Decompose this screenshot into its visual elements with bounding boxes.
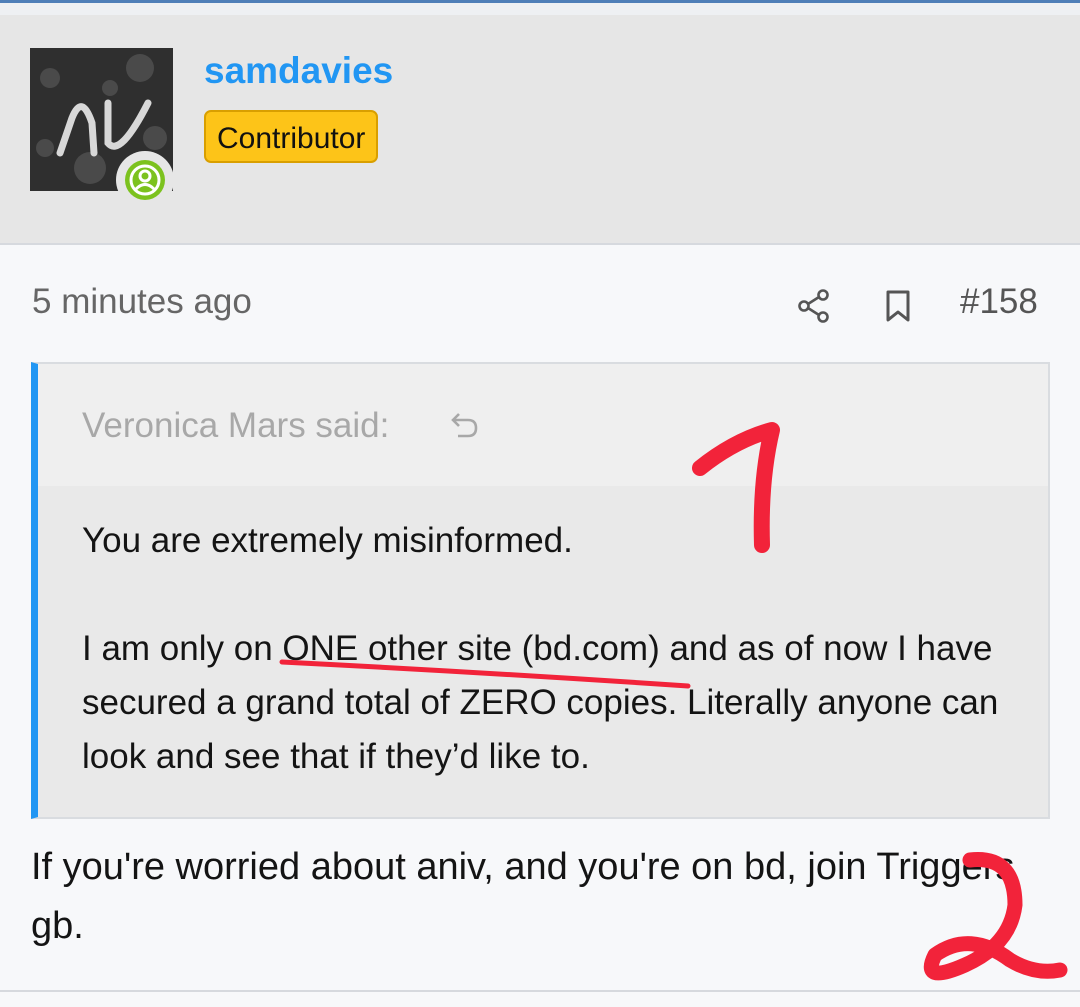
post-body-text: If you're worried about aniv, and you're… xyxy=(31,846,1015,947)
post-number-link[interactable]: #158 xyxy=(960,282,1038,322)
quote-block: Veronica Mars said: You are extremely mi… xyxy=(31,362,1050,819)
role-badge: Contributor xyxy=(204,110,379,163)
post-meta-row: 5 minutes ago #158 xyxy=(0,270,1080,340)
post-divider xyxy=(0,990,1080,992)
share-icon[interactable] xyxy=(796,288,832,324)
bookmark-icon[interactable] xyxy=(880,288,916,324)
user-circle-icon xyxy=(125,160,165,200)
quote-author[interactable]: Veronica Mars said: xyxy=(82,406,389,446)
online-status-badge xyxy=(116,151,174,209)
quote-content: You are extremely misinformed. I am only… xyxy=(82,514,1012,784)
quote-header: Veronica Mars said: xyxy=(38,364,1048,486)
post-timestamp[interactable]: 5 minutes ago xyxy=(32,282,252,322)
quote-paragraph: I am only on ONE other site (bd.com) and… xyxy=(82,629,999,776)
username-link[interactable]: samdavies xyxy=(204,50,393,92)
user-info-block: samdavies Contributor xyxy=(0,15,1080,245)
top-gap xyxy=(0,3,1080,15)
undo-arrow-icon[interactable] xyxy=(446,408,480,442)
quote-paragraph: You are extremely misinformed. xyxy=(82,521,573,560)
forum-post-page: samdavies Contributor 5 minutes ago #158… xyxy=(0,0,1080,1007)
